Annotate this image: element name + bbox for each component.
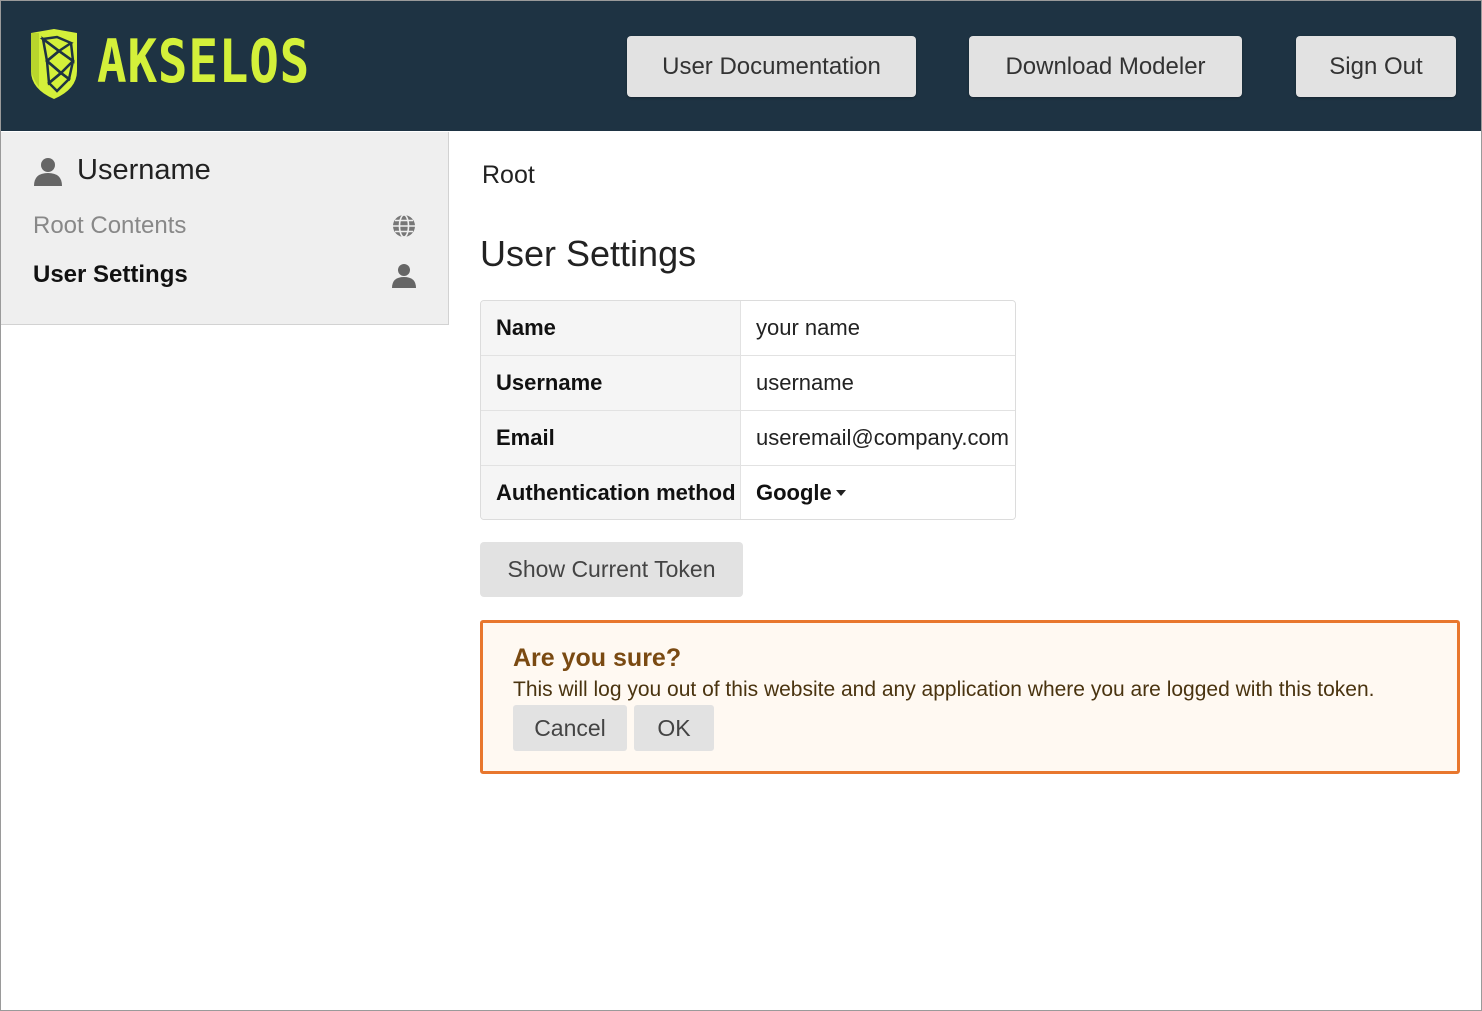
table-row: Authentication method Google — [481, 466, 1015, 519]
ok-button[interactable]: OK — [634, 705, 714, 751]
download-modeler-button[interactable]: Download Modeler — [969, 36, 1242, 97]
user-documentation-button[interactable]: User Documentation — [627, 36, 916, 97]
page-title: User Settings — [480, 233, 697, 274]
sidebar-user: Username — [33, 154, 211, 187]
user-icon — [392, 264, 416, 288]
globe-icon — [393, 214, 415, 238]
user-settings-table: Name your name Username username Email u… — [480, 300, 1016, 520]
logo-wordmark: AKSELOS — [97, 27, 311, 97]
table-row: Name your name — [481, 301, 1015, 356]
sidebar-item-label: Root Contents — [33, 212, 187, 239]
user-icon — [34, 157, 62, 186]
auth-method-dropdown[interactable]: Google — [756, 480, 846, 506]
confirm-logout-dialog: Are you sure? This will log you out of t… — [480, 620, 1460, 774]
table-row: Username username — [481, 356, 1015, 411]
name-value: your name — [741, 301, 1015, 355]
email-label: Email — [481, 411, 741, 465]
sign-out-button[interactable]: Sign Out — [1296, 36, 1456, 97]
sidebar-item-root-contents[interactable]: Root Contents — [33, 208, 417, 244]
breadcrumb[interactable]: Root — [482, 161, 535, 190]
table-row: Email useremail@company.com — [481, 411, 1015, 466]
confirm-message: This will log you out of this website an… — [513, 678, 1375, 701]
logo-shield-icon — [31, 29, 77, 99]
top-header: AKSELOS User Documentation Download Mode… — [1, 1, 1481, 131]
auth-method-label: Authentication method — [481, 466, 741, 519]
username-value: username — [741, 356, 1015, 410]
email-value: useremail@company.com — [741, 411, 1015, 465]
sidebar: Username Root Contents User Settings — [1, 132, 449, 325]
akselos-logo[interactable]: AKSELOS — [25, 27, 335, 103]
auth-method-cell: Google — [741, 466, 1015, 519]
confirm-title: Are you sure? — [513, 644, 682, 672]
caret-down-icon — [835, 489, 846, 496]
username-label: Username — [481, 356, 741, 410]
sidebar-item-user-settings[interactable]: User Settings — [33, 257, 417, 293]
show-current-token-button[interactable]: Show Current Token — [480, 542, 743, 597]
cancel-button[interactable]: Cancel — [513, 705, 627, 751]
sidebar-username: Username — [77, 154, 211, 186]
sidebar-item-label: User Settings — [33, 261, 188, 288]
app-window: AKSELOS User Documentation Download Mode… — [0, 0, 1482, 1011]
name-label: Name — [481, 301, 741, 355]
auth-method-value: Google — [756, 479, 832, 505]
